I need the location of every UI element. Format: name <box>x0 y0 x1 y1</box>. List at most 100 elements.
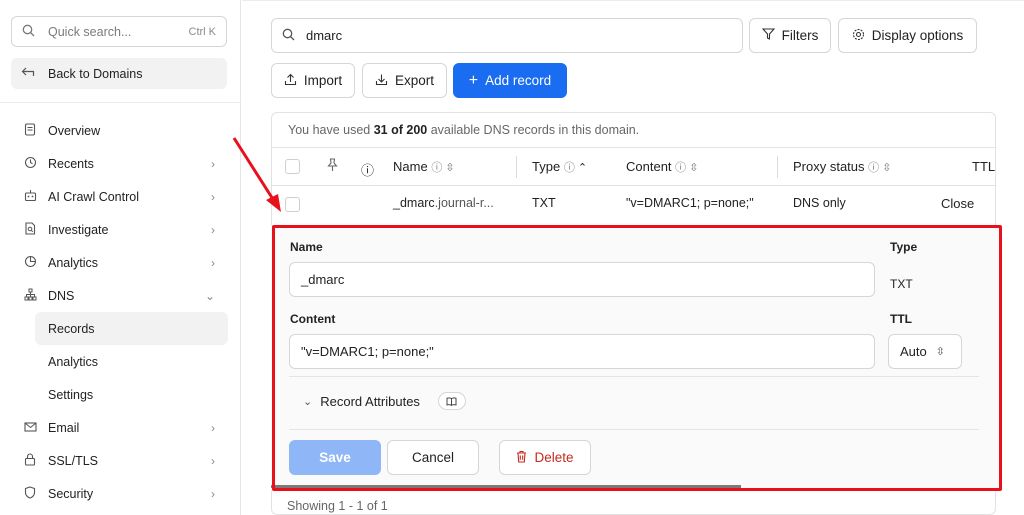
sidebar: Quick search... Ctrl K Back to Domains O… <box>0 0 241 515</box>
sidebar-subitem-settings[interactable]: Settings <box>0 378 241 411</box>
quick-search-input[interactable]: Quick search... Ctrl K <box>11 16 227 47</box>
cancel-label: Cancel <box>411 450 455 465</box>
row-checkbox[interactable] <box>285 197 300 212</box>
search-icon <box>22 24 38 40</box>
chevron-right-icon: › <box>211 222 215 237</box>
top-border <box>242 0 1024 3</box>
select-all-checkbox[interactable] <box>285 159 300 174</box>
sidebar-subitem-records[interactable]: Records <box>35 312 228 345</box>
sort-icon[interactable]: ⇳ <box>689 162 698 174</box>
name-input[interactable]: _dmarc <box>289 262 875 297</box>
usage-text: You have used 31 of 200 available DNS re… <box>288 123 639 137</box>
filters-button[interactable]: Filters <box>749 18 831 53</box>
column-ttl-header[interactable]: TTL <box>972 159 995 174</box>
column-proxy-label: Proxy status <box>793 159 865 174</box>
back-to-domains-button[interactable]: Back to Domains <box>11 58 227 89</box>
ttl-select[interactable]: Auto ⇳ <box>888 334 962 369</box>
download-icon <box>375 73 388 89</box>
sort-ascending-icon[interactable]: ⌃ <box>578 162 587 174</box>
record-name-bold: _dmarc <box>393 196 435 210</box>
ttl-select-value: Auto <box>900 344 927 359</box>
cancel-button[interactable]: Cancel <box>387 440 479 475</box>
display-options-label: Display options <box>871 28 964 43</box>
usage-prefix: You have used <box>288 123 374 137</box>
import-button[interactable]: Import <box>271 63 355 98</box>
chevron-down-icon: ⌄ <box>303 395 313 408</box>
export-button[interactable]: Export <box>362 63 447 98</box>
divider <box>289 376 979 377</box>
column-name-header[interactable]: Name ⓘ ⇳ <box>393 159 455 175</box>
pin-icon[interactable] <box>326 158 339 175</box>
content-input[interactable]: "v=DMARC1; p=none;" <box>289 334 875 369</box>
info-icon: ⓘ <box>361 163 375 178</box>
search-shortcut: Ctrl K <box>188 25 217 38</box>
sidebar-subitem-analytics[interactable]: Analytics <box>0 345 241 378</box>
back-label: Back to Domains <box>48 66 143 81</box>
records-search-input[interactable]: dmarc <box>271 18 743 53</box>
book-icon[interactable] <box>437 392 466 410</box>
search-value: dmarc <box>306 28 343 43</box>
sidebar-item-label: Security <box>48 486 94 501</box>
info-icon: ⓘ <box>675 162 690 174</box>
close-edit-link[interactable]: Close <box>941 196 974 211</box>
robot-icon <box>22 189 38 205</box>
sidebar-item-investigate[interactable]: Investigate › <box>0 213 241 246</box>
clock-icon <box>22 156 38 172</box>
sidebar-divider <box>0 102 241 103</box>
sidebar-item-recents[interactable]: Recents › <box>0 147 241 180</box>
save-label: Save <box>319 450 351 465</box>
filters-label: Filters <box>781 28 819 43</box>
sidebar-item-label: Email <box>48 420 80 435</box>
column-type-header[interactable]: Type ⓘ ⌃ <box>532 159 587 175</box>
sidebar-item-analytics[interactable]: Analytics › <box>0 246 241 279</box>
delete-button[interactable]: Delete <box>499 440 591 475</box>
sort-icon[interactable]: ⇳ <box>882 162 891 174</box>
column-name-label: Name <box>393 159 428 174</box>
gear-icon <box>852 28 865 44</box>
sidebar-item-dns[interactable]: DNS ⌄ <box>0 279 241 312</box>
name-input-value: _dmarc <box>301 272 345 287</box>
save-button[interactable]: Save <box>289 440 381 475</box>
trash-icon <box>516 450 527 466</box>
table-header: ⓘ Name ⓘ ⇳ Type ⓘ ⌃ Content ⓘ ⇳ Proxy st… <box>272 147 995 186</box>
import-label: Import <box>303 73 343 88</box>
sort-icon[interactable]: ⇳ <box>445 162 454 174</box>
sidebar-nav: Overview Recents › AI Crawl Control › In… <box>0 114 241 510</box>
sidebar-item-email[interactable]: Email › <box>0 411 241 444</box>
horizontal-scrollbar[interactable] <box>271 485 741 488</box>
chevron-up-down-icon: ⇳ <box>935 346 945 358</box>
filter-icon <box>761 28 775 43</box>
record-attributes-label: Record Attributes <box>320 393 420 409</box>
back-arrow-icon <box>21 66 37 81</box>
column-divider <box>777 156 778 178</box>
record-type: TXT <box>532 196 556 210</box>
sidebar-item-security[interactable]: Security › <box>0 477 241 510</box>
sidebar-subitem-label: Settings <box>48 387 94 402</box>
column-content-header[interactable]: Content ⓘ ⇳ <box>626 159 698 175</box>
column-proxy-header[interactable]: Proxy status ⓘ ⇳ <box>793 159 891 175</box>
sidebar-item-ai-crawl-control[interactable]: AI Crawl Control › <box>0 180 241 213</box>
type-value: TXT <box>890 277 913 291</box>
pagination-summary: Showing 1 - 1 of 1 <box>287 499 388 513</box>
record-attributes-toggle[interactable]: ⌄ Record Attributes <box>303 392 466 410</box>
record-name: _dmarc.journal-r... <box>393 196 494 210</box>
sidebar-item-ssl-tls[interactable]: SSL/TLS › <box>0 444 241 477</box>
ttl-field-label: TTL <box>890 312 912 326</box>
edit-record-panel: Name Type _dmarc TXT Content TTL "v=DMAR… <box>271 225 1001 491</box>
sidebar-item-label: Recents <box>48 156 94 171</box>
search-placeholder: Quick search... <box>48 24 132 39</box>
shield-icon <box>22 485 38 502</box>
email-icon <box>22 420 38 436</box>
sidebar-item-overview[interactable]: Overview <box>0 114 241 147</box>
pie-chart-icon <box>22 255 38 271</box>
add-record-button[interactable]: + Add record <box>453 63 567 98</box>
chevron-right-icon: › <box>211 420 215 435</box>
info-icon: ⓘ <box>563 162 578 174</box>
chevron-right-icon: › <box>211 453 215 468</box>
document-icon <box>22 122 38 139</box>
column-content-label: Content <box>626 159 672 174</box>
display-options-button[interactable]: Display options <box>838 18 977 53</box>
table-row[interactable]: _dmarc.journal-r... TXT "v=DMARC1; p=non… <box>272 186 995 224</box>
sidebar-item-label: Analytics <box>48 255 99 270</box>
chevron-right-icon: › <box>211 156 215 171</box>
